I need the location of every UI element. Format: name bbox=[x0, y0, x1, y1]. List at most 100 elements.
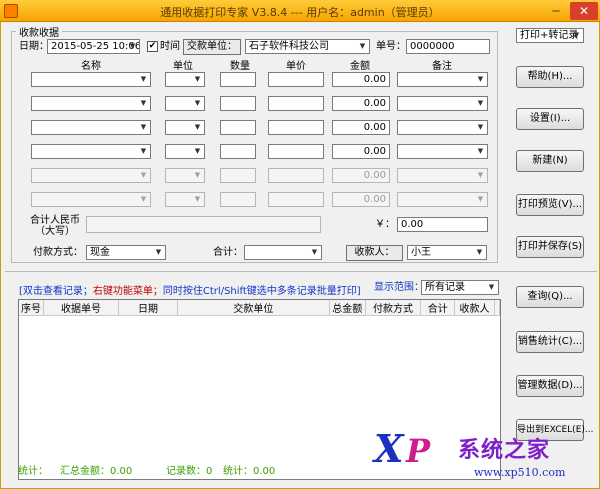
chevron-down-icon[interactable]: ▼ bbox=[137, 121, 150, 134]
chevron-down-icon[interactable]: ▼ bbox=[474, 145, 487, 158]
row-note-select[interactable]: ▼ bbox=[397, 144, 488, 159]
row-amount-field: 0.00 bbox=[332, 168, 390, 183]
chevron-down-icon[interactable]: ▼ bbox=[570, 29, 583, 42]
records-col-sum[interactable]: 合计 bbox=[420, 300, 456, 316]
close-button[interactable]: ✕ bbox=[570, 2, 598, 20]
chevron-down-icon[interactable]: ▼ bbox=[356, 40, 369, 53]
records-col-filler bbox=[494, 300, 500, 316]
row-quantity-field[interactable] bbox=[220, 72, 256, 87]
chevron-down-icon: ▼ bbox=[477, 171, 484, 179]
chevron-down-icon[interactable]: ▼ bbox=[308, 246, 321, 259]
row-amount-field[interactable]: 0.00 bbox=[332, 96, 390, 111]
yen-field[interactable]: 0.00 bbox=[397, 217, 488, 232]
row-unit-select[interactable]: ▼ bbox=[165, 120, 205, 135]
time-checkbox[interactable]: ✔ bbox=[147, 41, 158, 52]
row-name-select[interactable]: ▼ bbox=[31, 96, 151, 111]
total-select[interactable]: ▼ bbox=[244, 245, 322, 260]
watermark-url: www.xp510.com bbox=[474, 466, 566, 479]
row-quantity-field[interactable] bbox=[220, 120, 256, 135]
chevron-down-icon[interactable]: ▼ bbox=[137, 73, 150, 86]
print-save-button[interactable]: 打印并保存(S) bbox=[516, 236, 584, 258]
chevron-down-icon[interactable]: ▼ bbox=[473, 246, 486, 259]
chevron-down-icon[interactable]: ▼ bbox=[191, 97, 204, 110]
range-label: 显示范围： bbox=[374, 282, 424, 293]
row-unit-select[interactable]: ▼ bbox=[165, 144, 205, 159]
chevron-down-icon[interactable]: ▼ bbox=[474, 73, 487, 86]
total-rmb-label: 合计人民币 bbox=[30, 215, 80, 226]
payer-select[interactable]: 石子软件科技公司 ▼ bbox=[245, 39, 370, 54]
range-value: 所有记录 bbox=[425, 282, 465, 293]
records-col-date[interactable]: 日期 bbox=[118, 300, 179, 316]
chevron-down-icon: ▼ bbox=[194, 171, 201, 179]
minimize-button[interactable]: ─ bbox=[545, 2, 567, 20]
chevron-down-icon[interactable]: ▼ bbox=[137, 97, 150, 110]
row-name-select: ▼ bbox=[31, 192, 151, 207]
payee-button[interactable]: 收款人： bbox=[346, 245, 403, 261]
records-col-number[interactable]: 收据单号 bbox=[43, 300, 120, 316]
row-name-select[interactable]: ▼ bbox=[31, 120, 151, 135]
print-preview-button[interactable]: 打印预览(V)... bbox=[516, 194, 584, 216]
settings-button[interactable]: 设置(I)... bbox=[516, 108, 584, 130]
row-name-select[interactable]: ▼ bbox=[31, 144, 151, 159]
watermark-x: X bbox=[374, 426, 404, 471]
date-picker[interactable]: 2015-05-25 10:06:33 ▼ bbox=[47, 39, 140, 54]
row-note-select: ▼ bbox=[397, 168, 488, 183]
payment-select[interactable]: 现金 ▼ bbox=[86, 245, 166, 260]
chevron-down-icon: ▼ bbox=[477, 195, 484, 203]
total-rmb-field bbox=[86, 216, 321, 233]
row-name-select: ▼ bbox=[31, 168, 151, 183]
chevron-down-icon[interactable]: ▼ bbox=[191, 121, 204, 134]
number-label: 单号： bbox=[376, 41, 406, 52]
row-price-field[interactable] bbox=[268, 144, 324, 159]
stats-button[interactable]: 销售统计(C)... bbox=[516, 331, 584, 353]
row-note-select[interactable]: ▼ bbox=[397, 120, 488, 135]
manage-button[interactable]: 管理数据(D)... bbox=[516, 375, 584, 397]
window-title: 通用收据打印专家 V3.8.4 --- 用户名：admin（管理员） bbox=[160, 6, 440, 19]
status-sum: 汇总金额：0.00 bbox=[60, 466, 133, 477]
chevron-down-icon[interactable]: ▼ bbox=[191, 73, 204, 86]
total-label: 合计： bbox=[213, 247, 243, 258]
query-button[interactable]: 查询(Q)... bbox=[516, 286, 584, 308]
row-unit-select: ▼ bbox=[165, 192, 205, 207]
range-select[interactable]: 所有记录 ▼ bbox=[421, 280, 499, 295]
help-button[interactable]: 帮助(H)... bbox=[516, 66, 584, 88]
chevron-down-icon[interactable]: ▼ bbox=[474, 121, 487, 134]
row-unit-select[interactable]: ▼ bbox=[165, 72, 205, 87]
chevron-down-icon[interactable]: ▼ bbox=[126, 40, 139, 53]
records-col-payer[interactable]: 交款单位 bbox=[177, 300, 330, 316]
row-note-select: ▼ bbox=[397, 192, 488, 207]
row-amount-field[interactable]: 0.00 bbox=[332, 72, 390, 87]
records-col-seq[interactable]: 序号 bbox=[19, 300, 44, 316]
row-price-field[interactable] bbox=[268, 96, 324, 111]
row-quantity-field[interactable] bbox=[220, 96, 256, 111]
records-col-payee[interactable]: 收款人 bbox=[454, 300, 495, 316]
status-stat-label: 统计： bbox=[18, 466, 48, 477]
payer-button[interactable]: 交款单位： bbox=[183, 39, 241, 55]
row-amount-field: 0.00 bbox=[332, 192, 390, 207]
chevron-down-icon[interactable]: ▼ bbox=[474, 97, 487, 110]
records-col-total[interactable]: 总金额 bbox=[329, 300, 366, 316]
records-col-payment[interactable]: 付款方式 bbox=[365, 300, 422, 316]
payer-value: 石子软件科技公司 bbox=[249, 41, 329, 52]
row-amount-field[interactable]: 0.00 bbox=[332, 120, 390, 135]
time-label: 时间 bbox=[160, 41, 180, 52]
row-price-field[interactable] bbox=[268, 72, 324, 87]
row-unit-select: ▼ bbox=[165, 168, 205, 183]
total-rmb-sub: （大写） bbox=[35, 226, 75, 237]
chevron-down-icon[interactable]: ▼ bbox=[191, 145, 204, 158]
chevron-down-icon[interactable]: ▼ bbox=[485, 281, 498, 294]
row-price-field[interactable] bbox=[268, 120, 324, 135]
row-quantity-field[interactable] bbox=[220, 144, 256, 159]
row-name-select[interactable]: ▼ bbox=[31, 72, 151, 87]
payee-select[interactable]: 小王 ▼ bbox=[407, 245, 487, 260]
number-field[interactable]: 0000000 bbox=[406, 39, 490, 54]
chevron-down-icon[interactable]: ▼ bbox=[152, 246, 165, 259]
row-amount-field[interactable]: 0.00 bbox=[332, 144, 390, 159]
print-mode-select[interactable]: 打印+转记录 ▼ bbox=[516, 28, 584, 43]
main-panel: 收款收据 日期： 2015-05-25 10:06:33 ▼ ✔ 时间 交款单位… bbox=[0, 22, 600, 489]
chevron-down-icon[interactable]: ▼ bbox=[137, 145, 150, 158]
row-note-select[interactable]: ▼ bbox=[397, 96, 488, 111]
row-unit-select[interactable]: ▼ bbox=[165, 96, 205, 111]
new-button[interactable]: 新建(N) bbox=[516, 150, 584, 172]
row-note-select[interactable]: ▼ bbox=[397, 72, 488, 87]
